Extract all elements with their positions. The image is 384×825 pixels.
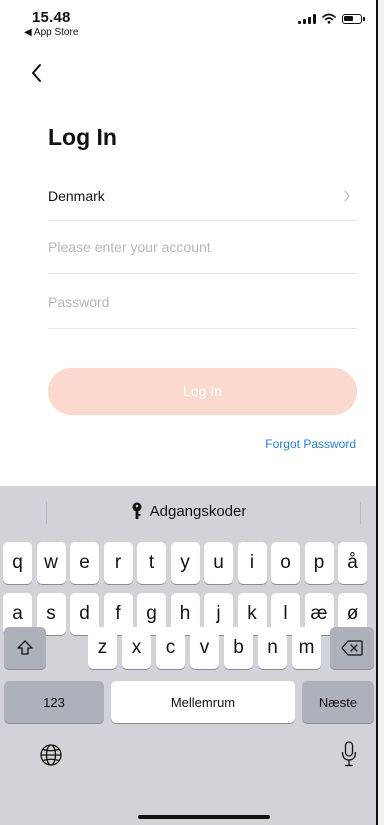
keyboard-key[interactable]: o — [271, 542, 300, 584]
password-input[interactable] — [48, 294, 348, 310]
status-time: 15.48 — [32, 9, 71, 26]
login-button[interactable]: Log In — [48, 368, 357, 415]
country-value: Denmark — [48, 188, 105, 204]
account-field-container — [48, 225, 357, 274]
backspace-key[interactable] — [330, 627, 374, 669]
keyboard-key[interactable]: i — [237, 542, 267, 584]
keyboard-key[interactable]: b — [224, 627, 253, 669]
password-field-container — [48, 280, 357, 329]
globe-icon[interactable] — [39, 743, 63, 767]
country-selector[interactable]: Denmark — [48, 172, 357, 221]
chevron-right-icon — [344, 190, 350, 202]
keyboard-key[interactable]: w — [36, 542, 66, 584]
keyboard-key[interactable]: v — [190, 627, 219, 669]
back-chevron-icon[interactable] — [28, 60, 46, 86]
keyboard-key[interactable]: c — [156, 627, 185, 669]
keyboard-key[interactable]: e — [70, 542, 99, 584]
battery-icon — [342, 13, 365, 24]
keyboard-key[interactable]: t — [137, 542, 166, 584]
keyboard-key[interactable]: p — [304, 542, 334, 584]
next-key[interactable]: Næste — [302, 681, 374, 723]
numbers-key[interactable]: 123 — [4, 681, 104, 723]
phone-screen: 15.48 ◀ App Store Log In Denmark Log In … — [0, 0, 378, 825]
keyboard-key[interactable]: z — [88, 627, 117, 669]
shift-key[interactable] — [4, 627, 46, 669]
keyboard-key[interactable]: r — [103, 542, 133, 584]
keyboard-key[interactable]: u — [204, 542, 233, 584]
key-icon — [132, 502, 142, 519]
cellular-signal-icon — [298, 13, 316, 24]
account-input[interactable] — [48, 239, 348, 255]
forgot-password-link[interactable]: Forgot Password — [265, 437, 356, 451]
keyboard-key[interactable]: n — [258, 627, 287, 669]
keyboard: Adgangskoder qwertyuiopåasdfghjklæøzxcvb… — [0, 486, 376, 825]
status-icons — [298, 13, 365, 24]
back-to-app-store-link[interactable]: ◀ App Store — [24, 27, 78, 38]
keyboard-key[interactable]: å — [338, 542, 367, 584]
keyboard-key[interactable]: m — [292, 627, 321, 669]
home-indicator — [138, 815, 270, 819]
keyboard-key[interactable]: y — [170, 542, 200, 584]
keyboard-key[interactable]: q — [3, 542, 32, 584]
backspace-icon — [341, 640, 363, 656]
wifi-icon — [322, 13, 336, 24]
keyboard-suggestion-bar: Adgangskoder — [0, 486, 376, 538]
space-key[interactable]: Mellemrum — [111, 681, 295, 723]
passwords-suggestion-label: Adgangskoder — [149, 502, 247, 520]
shift-icon — [17, 640, 33, 655]
page-title: Log In — [48, 124, 117, 150]
keyboard-key[interactable]: x — [122, 627, 151, 669]
passwords-suggestion[interactable]: Adgangskoder — [0, 502, 376, 520]
microphone-icon[interactable] — [341, 741, 357, 767]
